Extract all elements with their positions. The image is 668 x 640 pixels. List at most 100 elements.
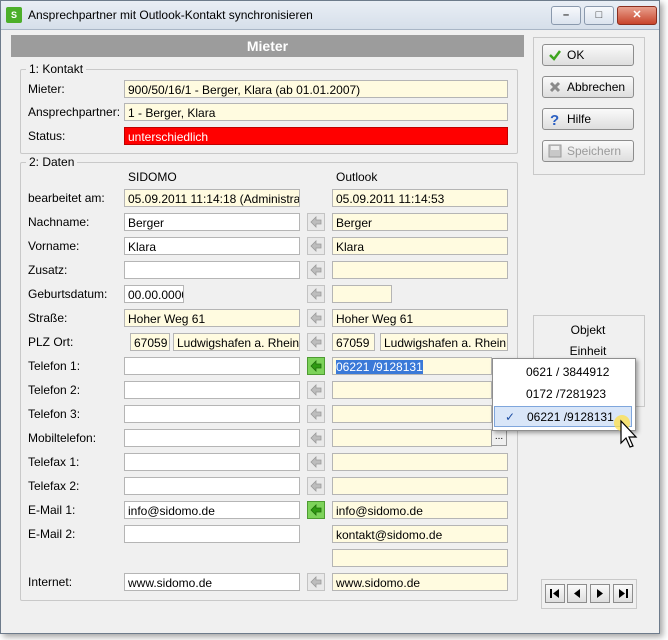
mouse-cursor-icon bbox=[614, 415, 638, 448]
telefax1-sidomo-input[interactable] bbox=[124, 453, 300, 471]
next-record-button[interactable] bbox=[590, 584, 610, 603]
nachname-sidomo-input[interactable]: Berger bbox=[124, 213, 300, 231]
hilfe-button[interactable]: ? Hilfe bbox=[542, 108, 634, 130]
vorname-sidomo-input[interactable]: Klara bbox=[124, 237, 300, 255]
first-record-button[interactable] bbox=[545, 584, 565, 603]
sidomo-column-header: SIDOMO bbox=[128, 170, 177, 184]
telefon1-sidomo-input[interactable] bbox=[124, 357, 300, 375]
ok-button[interactable]: OK bbox=[542, 44, 634, 66]
first-icon bbox=[550, 589, 559, 598]
internet-outlook-field[interactable]: www.sidomo.de bbox=[332, 573, 508, 591]
dropdown-option-text: 0621 / 3844912 bbox=[526, 365, 610, 379]
ort-sidomo-input[interactable]: Ludwigshafen a. Rhein bbox=[173, 333, 300, 351]
plz-sidomo-input[interactable]: 67059 bbox=[130, 333, 170, 351]
mobiltelefon-copy-arrow[interactable] bbox=[307, 429, 325, 447]
minimize-button[interactable]: – bbox=[551, 6, 581, 25]
hilfe-label: Hilfe bbox=[567, 112, 592, 126]
close-button[interactable]: ✕ bbox=[617, 6, 657, 25]
last-record-button[interactable] bbox=[613, 584, 633, 603]
status-label: Status: bbox=[28, 129, 66, 143]
strasse-outlook-field[interactable]: Hoher Weg 61 bbox=[332, 309, 508, 327]
strasse-label: Straße: bbox=[28, 311, 68, 325]
ansprechpartner-field[interactable]: 1 - Berger, Klara bbox=[124, 103, 508, 121]
bearbeitet-label: bearbeitet am: bbox=[28, 191, 105, 205]
arrow-left-icon bbox=[310, 456, 322, 468]
zusatz-outlook-field[interactable] bbox=[332, 261, 508, 279]
geburtsdatum-sidomo-input[interactable]: 00.00.0000 bbox=[124, 285, 184, 303]
arrow-left-icon bbox=[310, 216, 322, 228]
einheit-link[interactable]: Einheit bbox=[533, 344, 643, 358]
objekt-link[interactable]: Objekt bbox=[533, 323, 643, 337]
telefon1-copy-arrow[interactable] bbox=[307, 357, 325, 375]
mobiltelefon-sidomo-input[interactable] bbox=[124, 429, 300, 447]
telefon3-copy-arrow[interactable] bbox=[307, 405, 325, 423]
speichern-button[interactable]: Speichern bbox=[542, 140, 634, 162]
strasse-copy-arrow[interactable] bbox=[307, 309, 325, 327]
internet-copy-arrow[interactable] bbox=[307, 573, 325, 591]
next-icon bbox=[597, 589, 603, 598]
dropdown-option-selected[interactable]: ✓ 06221 /9128131 bbox=[494, 406, 632, 427]
dropdown-option[interactable]: 0621 / 3844912 bbox=[494, 362, 632, 383]
vorname-outlook-field[interactable]: Klara bbox=[332, 237, 508, 255]
mobiltelefon-outlook-field[interactable] bbox=[332, 429, 492, 447]
arrow-left-icon bbox=[310, 408, 322, 420]
zusatz-sidomo-input[interactable] bbox=[124, 261, 300, 279]
strasse-sidomo-input[interactable]: Hoher Weg 61 bbox=[124, 309, 300, 327]
email2-sidomo-input[interactable] bbox=[124, 525, 300, 543]
email1-outlook-field[interactable]: info@sidomo.de bbox=[332, 501, 508, 519]
telefon3-label: Telefon 3: bbox=[28, 407, 81, 421]
check-icon: ✓ bbox=[505, 410, 516, 424]
dropdown-option[interactable]: 0172 /7281923 bbox=[494, 384, 632, 405]
arrow-left-icon bbox=[310, 264, 322, 276]
minimize-icon: – bbox=[562, 9, 570, 21]
mobiltelefon-more-button[interactable]: ... bbox=[491, 430, 507, 446]
vorname-copy-arrow[interactable] bbox=[307, 237, 325, 255]
abbrechen-button[interactable]: Abbrechen bbox=[542, 76, 634, 98]
email2-outlook-field[interactable]: kontakt@sidomo.de bbox=[332, 525, 508, 543]
telefax2-outlook-field[interactable] bbox=[332, 477, 508, 495]
internet-sidomo-input[interactable]: www.sidomo.de bbox=[124, 573, 300, 591]
telefax1-copy-arrow[interactable] bbox=[307, 453, 325, 471]
arrow-left-icon bbox=[310, 504, 322, 516]
email1-sidomo-input[interactable]: info@sidomo.de bbox=[124, 501, 300, 519]
svg-text:?: ? bbox=[550, 112, 559, 126]
telefon2-outlook-field[interactable] bbox=[332, 381, 492, 399]
title-bar[interactable]: S Ansprechpartner mit Outlook-Kontakt sy… bbox=[1, 1, 659, 30]
mieter-field[interactable]: 900/50/16/1 - Berger, Klara (ab 01.01.20… bbox=[124, 80, 508, 98]
telefax2-sidomo-input[interactable] bbox=[124, 477, 300, 495]
maximize-button[interactable]: □ bbox=[584, 6, 614, 25]
telefon1-outlook-field[interactable]: 06221 /9128131 bbox=[332, 357, 492, 375]
arrow-left-icon bbox=[310, 360, 322, 372]
telefon3-sidomo-input[interactable] bbox=[124, 405, 300, 423]
kontakt-group-label: 1: Kontakt bbox=[26, 62, 87, 76]
plzort-copy-arrow[interactable] bbox=[307, 333, 325, 351]
daten-group-label: 2: Daten bbox=[26, 155, 78, 169]
telefon2-copy-arrow[interactable] bbox=[307, 381, 325, 399]
arrow-left-icon bbox=[310, 480, 322, 492]
last-icon bbox=[619, 589, 628, 598]
telefon2-sidomo-input[interactable] bbox=[124, 381, 300, 399]
arrow-left-icon bbox=[310, 288, 322, 300]
telefon2-label: Telefon 2: bbox=[28, 383, 81, 397]
geburtsdatum-label: Geburtsdatum: bbox=[28, 287, 108, 301]
mieter-label: Mieter: bbox=[28, 82, 65, 96]
telefax1-outlook-field[interactable] bbox=[332, 453, 508, 471]
telefax2-label: Telefax 2: bbox=[28, 479, 80, 493]
email1-copy-arrow[interactable] bbox=[307, 501, 325, 519]
geburtsdatum-outlook-field[interactable] bbox=[332, 285, 392, 303]
ort-outlook-field[interactable]: Ludwigshafen a. Rhein bbox=[380, 333, 508, 351]
zusatz-copy-arrow[interactable] bbox=[307, 261, 325, 279]
plz-outlook-field[interactable]: 67059 bbox=[332, 333, 375, 351]
dropdown-option-text: 0172 /7281923 bbox=[526, 387, 607, 401]
nachname-copy-arrow[interactable] bbox=[307, 213, 325, 231]
email3-outlook-field[interactable] bbox=[332, 549, 508, 567]
cancel-icon bbox=[549, 81, 561, 93]
geburtsdatum-copy-arrow[interactable] bbox=[307, 285, 325, 303]
telefon3-outlook-field[interactable] bbox=[332, 405, 492, 423]
ok-label: OK bbox=[567, 48, 585, 62]
maximize-icon: □ bbox=[595, 9, 603, 21]
nachname-outlook-field[interactable]: Berger bbox=[332, 213, 508, 231]
telefax2-copy-arrow[interactable] bbox=[307, 477, 325, 495]
previous-record-button[interactable] bbox=[567, 584, 587, 603]
dialog-window: S Ansprechpartner mit Outlook-Kontakt sy… bbox=[0, 0, 660, 634]
